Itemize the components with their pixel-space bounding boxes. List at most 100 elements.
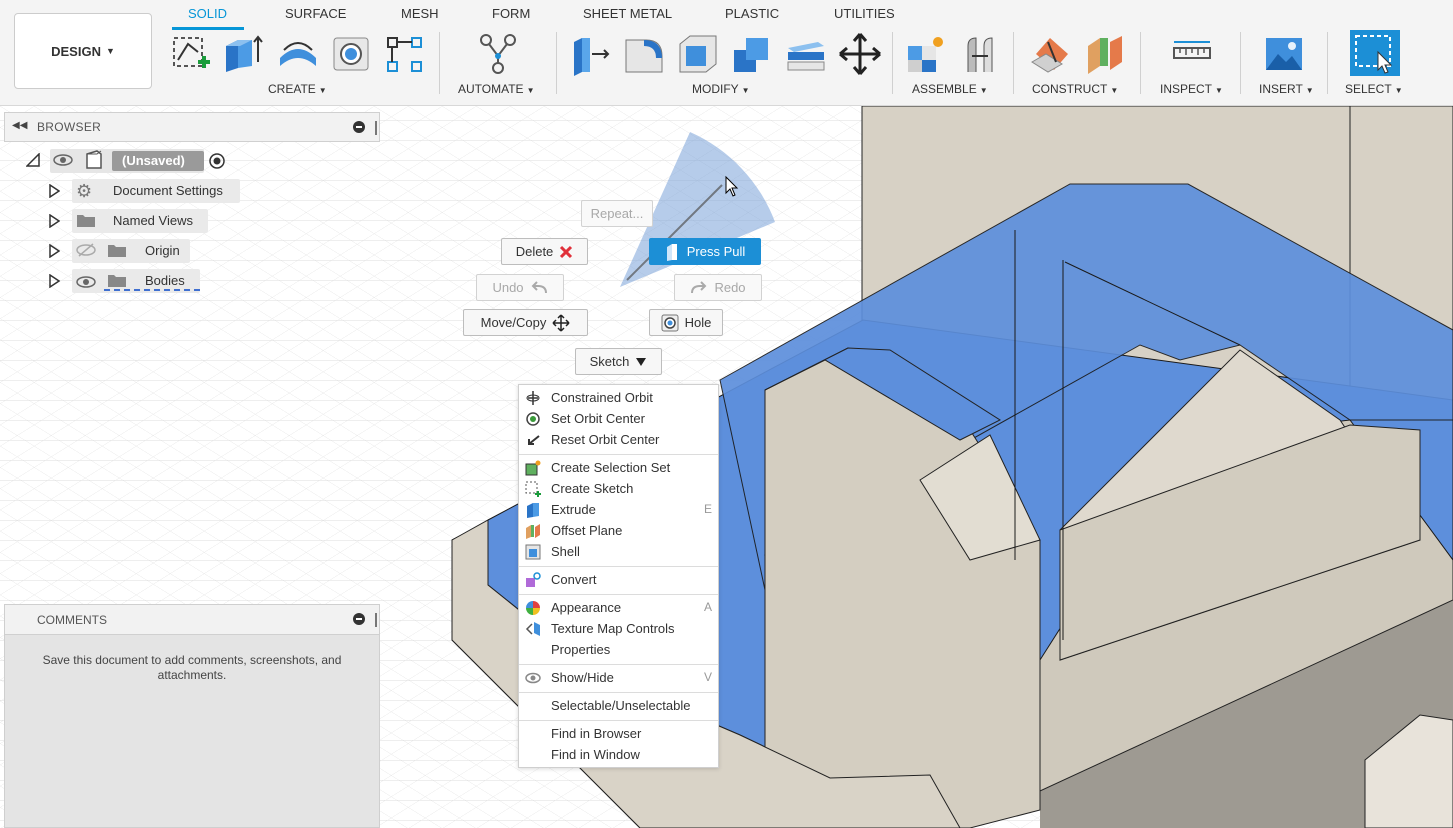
document-name: (Unsaved) [122, 153, 185, 168]
move-icon[interactable] [838, 32, 882, 76]
menu-item-reset-orbit-center[interactable]: Reset Orbit Center [519, 429, 718, 450]
measure-icon[interactable] [1170, 32, 1214, 76]
assemble-menu[interactable]: ASSEMBLE ▼ [912, 82, 988, 96]
browser-title: BROWSER [37, 120, 102, 134]
press-pull-icon[interactable] [568, 32, 612, 76]
menu-item-constrained-orbit[interactable]: Constrained Orbit [519, 387, 718, 408]
tab-plastic[interactable]: PLASTIC [725, 6, 779, 21]
shortcut-key: A [703, 600, 712, 614]
insert-label: INSERT [1259, 82, 1303, 96]
panel-pin-icon[interactable] [375, 121, 377, 135]
menu-item-label: Offset Plane [551, 523, 623, 538]
tab-utilities[interactable]: UTILITIES [834, 6, 895, 21]
combine-icon[interactable] [730, 32, 774, 76]
hole-icon[interactable] [330, 32, 374, 76]
expand-triangle-icon[interactable] [49, 274, 60, 288]
menu-item-find-in-window[interactable]: Find in Window [519, 744, 718, 765]
fillet-icon[interactable] [622, 32, 666, 76]
menu-item-label: Properties [551, 642, 611, 657]
new-component-icon[interactable] [904, 32, 948, 76]
press-pull-icon [665, 243, 681, 261]
tab-form[interactable]: FORM [492, 6, 530, 21]
undo-arrow-icon [530, 280, 548, 295]
menu-item-offset-plane[interactable]: Offset Plane [519, 520, 718, 541]
activate-radio-icon[interactable] [208, 152, 226, 170]
folder-icon [108, 275, 126, 287]
automate-icon[interactable] [476, 32, 520, 76]
tab-sheet-metal[interactable]: SHEET METAL [583, 6, 672, 21]
menu-item-find-in-browser[interactable]: Find in Browser [519, 723, 718, 744]
chevron-down-icon: ▼ [741, 86, 750, 95]
offset-plane-icon[interactable] [1082, 32, 1126, 76]
tab-solid[interactable]: SOLID [188, 6, 227, 21]
menu-item-shell[interactable]: Shell [519, 541, 718, 562]
modify-menu[interactable]: MODIFY ▼ [692, 82, 750, 96]
orbit-icon [526, 391, 540, 405]
select-icon[interactable] [1350, 30, 1400, 76]
reset-arrow-icon [528, 435, 540, 445]
menu-item-show-hide[interactable]: Show/Hide V [519, 667, 718, 688]
joint-icon[interactable] [958, 32, 1002, 76]
offset-face-icon[interactable] [784, 32, 828, 76]
menu-item-set-orbit-center[interactable]: Set Orbit Center [519, 408, 718, 429]
menu-item-extrude[interactable]: Extrude E [519, 499, 718, 520]
texture-map-icon [525, 622, 540, 636]
redo-button[interactable]: Redo [674, 274, 762, 301]
automate-menu[interactable]: AUTOMATE ▼ [458, 82, 534, 96]
collapse-panel-icon[interactable]: ◀◀ [12, 120, 27, 131]
design-workspace-button[interactable]: DESIGN ▼ [14, 13, 152, 89]
tab-surface[interactable]: SURFACE [285, 6, 346, 21]
gear-icon: ⚙ [76, 181, 93, 201]
eye-hidden-icon[interactable] [76, 243, 96, 257]
design-label: DESIGN [51, 43, 101, 59]
revolve-icon[interactable] [276, 32, 320, 76]
menu-item-label: Reset Orbit Center [551, 432, 660, 447]
collapse-triangle-icon[interactable] [26, 153, 40, 167]
panel-minimize-icon[interactable] [353, 613, 365, 625]
menu-item-texture-map-controls[interactable]: Texture Map Controls [519, 618, 718, 639]
insert-image-icon[interactable] [1262, 32, 1306, 76]
delete-button[interactable]: Delete [501, 238, 588, 265]
panel-minimize-icon[interactable] [353, 121, 365, 133]
select-menu[interactable]: SELECT ▼ [1345, 82, 1403, 96]
pattern-icon[interactable] [382, 32, 426, 76]
extrude-icon[interactable] [222, 32, 266, 76]
toolbar-divider [1240, 32, 1241, 94]
menu-item-create-selection-set[interactable]: Create Selection Set [519, 457, 718, 478]
automate-label: AUTOMATE [458, 82, 524, 96]
tab-mesh[interactable]: MESH [401, 6, 439, 21]
construct-menu[interactable]: CONSTRUCT ▼ [1032, 82, 1118, 96]
chevron-down-icon: ▼ [1305, 86, 1314, 95]
eye-icon[interactable] [76, 275, 96, 289]
expand-triangle-icon[interactable] [49, 244, 60, 258]
expand-triangle-icon[interactable] [49, 214, 60, 228]
menu-item-appearance[interactable]: Appearance A [519, 597, 718, 618]
panel-pin-icon[interactable] [375, 613, 377, 627]
insert-menu[interactable]: INSERT ▼ [1259, 82, 1314, 96]
construct-label: CONSTRUCT [1032, 82, 1108, 96]
menu-item-label: Appearance [551, 600, 622, 615]
create-menu[interactable]: CREATE ▼ [268, 82, 327, 96]
sketch-dropdown-button[interactable]: Sketch [575, 348, 662, 375]
create-label: CREATE [268, 82, 316, 96]
plane-at-angle-icon[interactable] [1028, 32, 1072, 76]
repeat-button[interactable]: Repeat... [581, 200, 653, 227]
expand-triangle-icon[interactable] [49, 184, 60, 198]
folder-icon [77, 215, 95, 227]
eye-icon[interactable] [53, 153, 73, 167]
repeat-label: Repeat... [590, 206, 644, 221]
move-copy-button[interactable]: Move/Copy [463, 309, 588, 336]
menu-item-label: Convert [551, 572, 597, 587]
menu-item-selectable-unselectable[interactable]: Selectable/Unselectable [519, 695, 718, 716]
undo-button[interactable]: Undo [476, 274, 564, 301]
menu-item-properties[interactable]: Properties [519, 639, 718, 660]
hole-button[interactable]: Hole [649, 309, 723, 336]
menu-item-convert[interactable]: Convert [519, 569, 718, 590]
chevron-down-icon: ▼ [1110, 86, 1119, 95]
menu-item-create-sketch[interactable]: Create Sketch [519, 478, 718, 499]
shell-icon[interactable] [676, 32, 720, 76]
inspect-menu[interactable]: INSPECT ▼ [1160, 82, 1223, 96]
press-pull-button[interactable]: Press Pull [649, 238, 761, 265]
select-label: SELECT [1345, 82, 1392, 96]
create-sketch-icon[interactable] [168, 32, 212, 76]
